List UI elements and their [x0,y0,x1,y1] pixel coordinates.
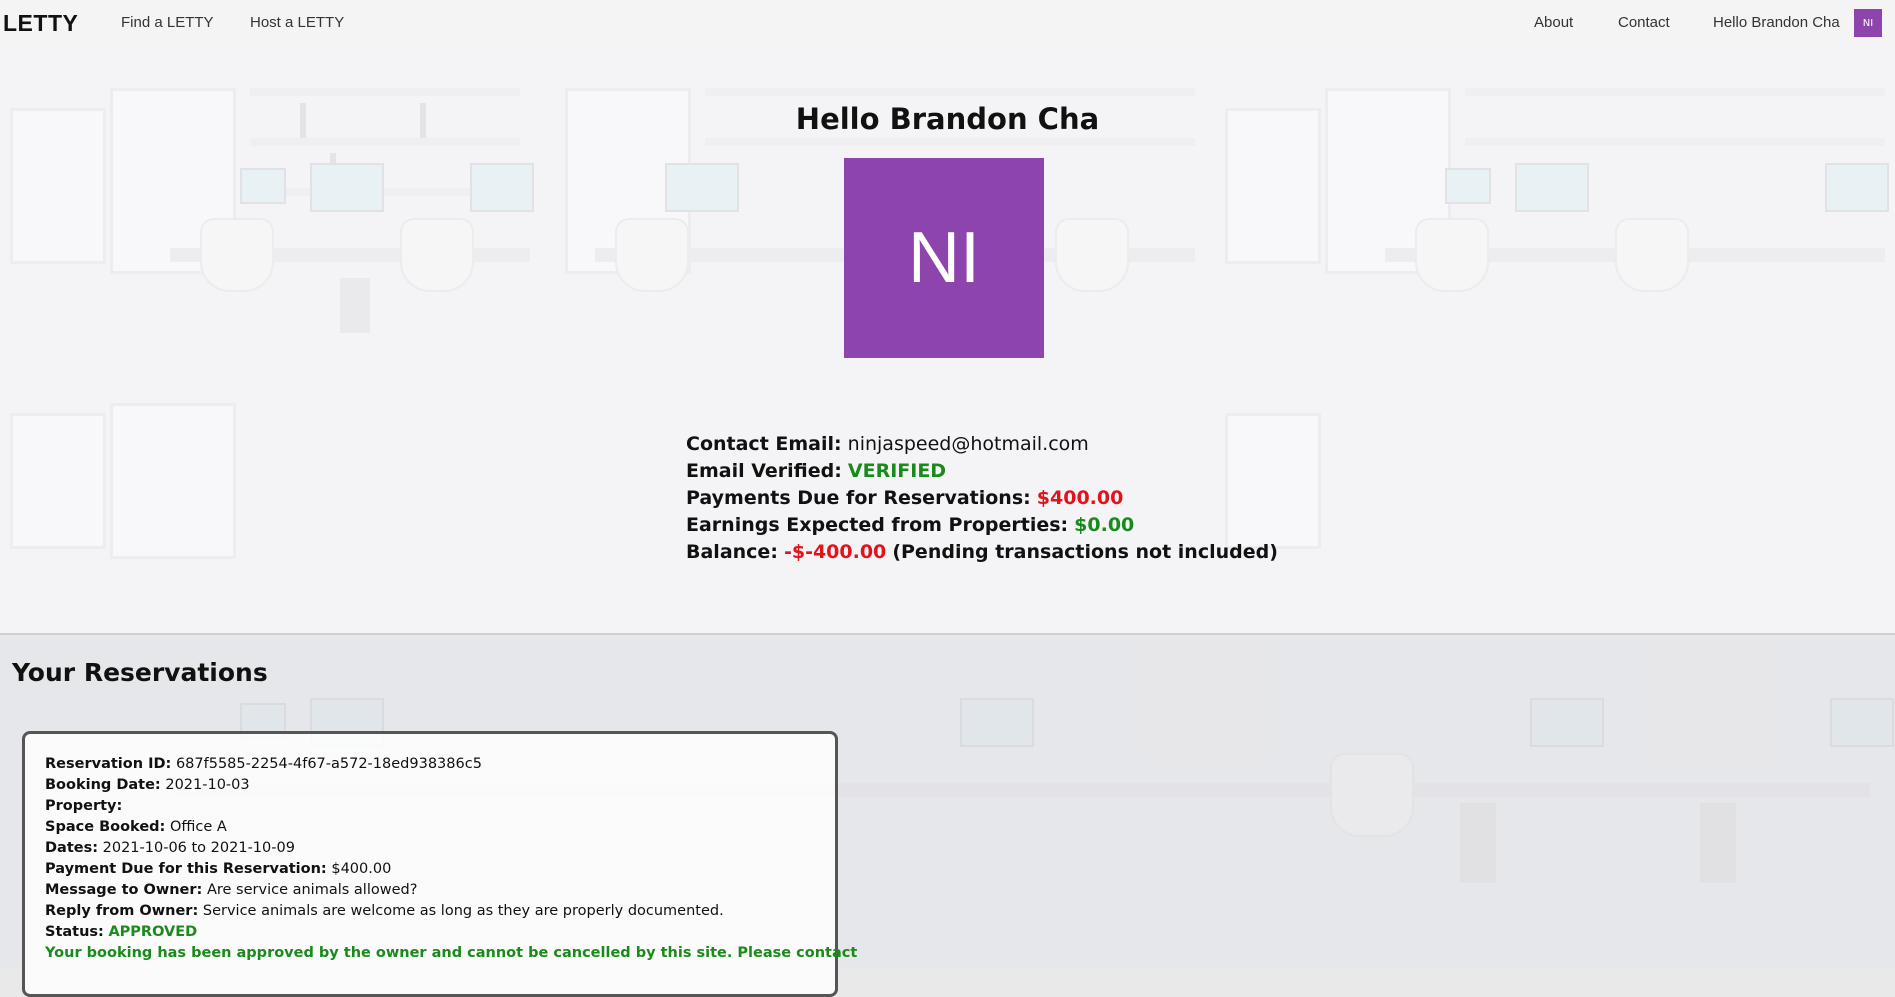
earnings-label: Earnings Expected from Properties: [686,514,1069,536]
reservation-id-row: Reservation ID: 687f5585-2254-4f67-a572-… [45,754,857,775]
section-divider [0,633,1895,635]
space-value: Office A [169,819,227,835]
space-row: Space Booked: Office A [45,817,857,838]
balance-label: Balance: [686,541,778,563]
reply-label: Reply from Owner: [45,903,199,919]
navbar: LETTY Find a LETTY Host a LETTY About Co… [0,0,1895,48]
booking-date-label: Booking Date: [45,777,161,793]
reply-value: Service animals are welcome as long as t… [202,903,724,919]
reservation-id-value: 687f5585-2254-4f67-a572-18ed938386c5 [175,756,482,772]
booking-date-value: 2021-10-03 [165,777,250,793]
status-row: Status: APPROVED [45,922,857,943]
profile-avatar: NI [844,158,1044,358]
message-label: Message to Owner: [45,882,203,898]
reservations-title: Your Reservations [12,658,268,687]
dates-row: Dates: 2021-10-06 to 2021-10-09 [45,838,857,859]
earnings-row: Earnings Expected from Properties: $0.00 [686,512,1278,539]
nav-about[interactable]: About [1534,14,1573,31]
email-verified-label: Email Verified: [686,460,842,482]
nav-user-greeting[interactable]: Hello Brandon Cha [1713,14,1840,31]
profile-greeting: Hello Brandon Cha [795,102,1100,136]
nav-host-letty[interactable]: Host a LETTY [250,14,344,31]
property-label: Property: [45,798,123,814]
brand-logo[interactable]: LETTY [3,10,78,37]
status-label: Status: [45,924,104,940]
nav-avatar[interactable]: NI [1854,9,1882,37]
account-info: Contact Email: ninjaspeed@hotmail.com Em… [686,431,1278,566]
nav-find-letty[interactable]: Find a LETTY [121,14,214,31]
space-label: Space Booked: [45,819,166,835]
payment-value: $400.00 [331,861,392,877]
booking-date-row: Booking Date: 2021-10-03 [45,775,857,796]
contact-email-row: Contact Email: ninjaspeed@hotmail.com [686,431,1278,458]
message-row: Message to Owner: Are service animals al… [45,880,857,901]
payment-label: Payment Due for this Reservation: [45,861,327,877]
dates-value: 2021-10-06 to 2021-10-09 [102,840,295,856]
status-badge: APPROVED [108,924,198,940]
balance-value: -$-400.00 [783,541,887,563]
contact-email-value: ninjaspeed@hotmail.com [847,433,1089,455]
email-verified-row: Email Verified: VERIFIED [686,458,1278,485]
property-row: Property: [45,796,857,817]
payments-due-label: Payments Due for Reservations: [686,487,1031,509]
earnings-value: $0.00 [1074,514,1135,536]
reservation-card: Reservation ID: 687f5585-2254-4f67-a572-… [22,731,857,997]
balance-row: Balance: -$-400.00 (Pending transactions… [686,539,1278,566]
reservation-id-label: Reservation ID: [45,756,172,772]
contact-email-label: Contact Email: [686,433,842,455]
payment-row: Payment Due for this Reservation: $400.0… [45,859,857,880]
nav-contact[interactable]: Contact [1618,14,1670,31]
payments-due-row: Payments Due for Reservations: $400.00 [686,485,1278,512]
approval-note: Your booking has been approved by the ow… [45,945,858,961]
dates-label: Dates: [45,840,99,856]
balance-note: (Pending transactions not included) [892,541,1278,563]
reply-row: Reply from Owner: Service animals are we… [45,901,857,922]
email-verified-value: VERIFIED [847,460,947,482]
message-value: Are service animals allowed? [206,882,418,898]
payments-due-value: $400.00 [1036,487,1124,509]
